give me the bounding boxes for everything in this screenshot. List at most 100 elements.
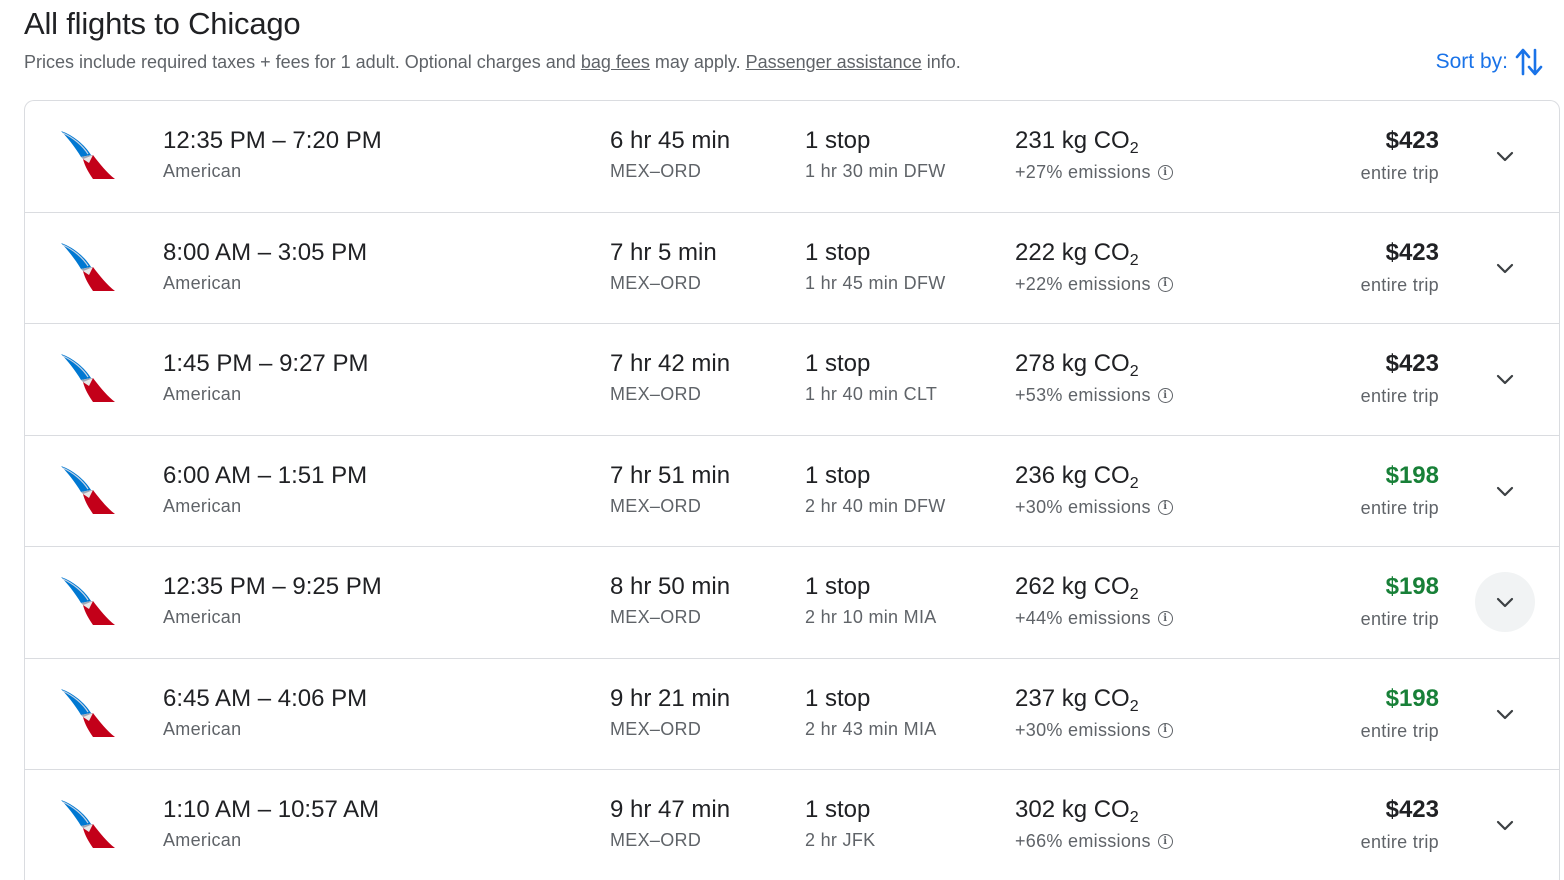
american-airlines-logo-icon <box>61 131 115 179</box>
chevron-down-icon <box>1496 709 1514 719</box>
co2-amount: 236 kg CO2 <box>1015 461 1139 492</box>
sort-label: Sort by: <box>1435 50 1508 73</box>
layover-info: 1 hr 45 min DFW <box>805 272 946 293</box>
trip-type: entire trip <box>1360 163 1439 183</box>
flight-times: 8:00 AM – 3:05 PM <box>163 238 368 266</box>
expand-button[interactable] <box>1475 238 1535 298</box>
emissions-comparison: +22% emissions i <box>1015 274 1173 295</box>
flight-duration: 7 hr 5 min <box>610 238 717 266</box>
flight-row[interactable]: 12:35 PM – 7:20 PM American 6 hr 45 min … <box>25 101 1559 213</box>
flight-price: $423 <box>1385 238 1439 266</box>
layover-info: 2 hr JFK <box>805 830 876 850</box>
co2-value: 278 kg CO <box>1015 350 1130 377</box>
flight-times: 1:45 PM – 9:27 PM <box>163 350 369 377</box>
expand-button[interactable] <box>1475 684 1535 744</box>
co2-subscript: 2 <box>1129 809 1139 826</box>
info-icon[interactable]: i <box>1157 722 1173 738</box>
flight-duration: 9 hr 21 min <box>610 684 731 712</box>
disclaimer-text: Prices include required taxes + fees for… <box>24 52 581 72</box>
co2-value: 231 kg CO <box>1015 127 1130 154</box>
info-icon[interactable]: i <box>1157 834 1173 849</box>
emissions-comparison: +53% emissions i <box>1015 385 1173 406</box>
expand-button[interactable] <box>1475 461 1535 521</box>
chevron-down-icon <box>1496 597 1514 608</box>
expand-button[interactable] <box>1475 349 1535 409</box>
info-icon[interactable]: i <box>1157 388 1173 403</box>
info-icon[interactable]: i <box>1157 165 1173 180</box>
co2-amount: 222 kg CO2 <box>1015 238 1139 269</box>
stop-count: 1 stop <box>805 684 871 712</box>
flight-row[interactable]: 8:00 AM – 3:05 PM American 7 hr 5 min ME… <box>25 213 1559 324</box>
emissions-comparison: +44% emissions i <box>1015 608 1173 629</box>
co2-value: 236 kg CO <box>1015 461 1130 489</box>
co2-amount: 262 kg CO2 <box>1015 573 1139 603</box>
stop-count: 1 stop <box>805 127 871 154</box>
co2-amount: 237 kg CO2 <box>1015 685 1139 715</box>
flight-route: MEX–ORD <box>610 607 702 627</box>
airline-name: American <box>163 718 242 739</box>
trip-type: entire trip <box>1360 609 1439 629</box>
layover-info: 2 hr 10 min MIA <box>805 607 937 627</box>
flight-row[interactable]: 12:35 PM – 9:25 PM American 8 hr 50 min … <box>25 547 1559 659</box>
trip-type: entire trip <box>1360 497 1439 518</box>
flight-row[interactable]: 1:45 PM – 9:27 PM American 7 hr 42 min M… <box>25 324 1559 436</box>
swap-vert-icon <box>1515 48 1543 76</box>
airline-name: American <box>163 495 242 516</box>
expand-button[interactable] <box>1475 795 1535 855</box>
flight-price: $198 <box>1385 461 1439 489</box>
price-disclaimer: Prices include required taxes + fees for… <box>24 52 961 73</box>
co2-subscript: 2 <box>1129 363 1139 380</box>
passenger-assistance-link[interactable]: Passenger assistance <box>746 52 922 72</box>
flight-price: $423 <box>1385 350 1439 377</box>
flight-route: MEX–ORD <box>610 495 702 516</box>
trip-type: entire trip <box>1360 832 1439 852</box>
trip-type: entire trip <box>1360 386 1439 406</box>
airline-name: American <box>163 272 242 293</box>
emissions-text: +66% emissions <box>1015 831 1151 851</box>
layover-info: 1 hr 40 min CLT <box>805 384 938 404</box>
american-airlines-logo-icon <box>61 688 115 737</box>
flight-row[interactable]: 6:00 AM – 1:51 PM American 7 hr 51 min M… <box>25 436 1559 547</box>
flight-route: MEX–ORD <box>610 384 702 404</box>
flight-times: 6:45 AM – 4:06 PM <box>163 684 368 712</box>
airline-name: American <box>163 384 242 404</box>
co2-amount: 302 kg CO2 <box>1015 796 1139 826</box>
trip-type: entire trip <box>1360 274 1439 295</box>
flight-row[interactable]: 1:10 AM – 10:57 AM American 9 hr 47 min … <box>25 770 1559 880</box>
sort-button[interactable]: Sort by: <box>1436 46 1544 78</box>
chevron-down-icon <box>1496 486 1514 496</box>
co2-subscript: 2 <box>1129 697 1139 715</box>
flight-results-list: 12:35 PM – 7:20 PM American 6 hr 45 min … <box>24 100 1560 880</box>
co2-value: 222 kg CO <box>1015 238 1130 266</box>
info-icon[interactable]: i <box>1157 276 1173 292</box>
flight-row[interactable]: 6:45 AM – 4:06 PM American 9 hr 21 min M… <box>25 659 1559 770</box>
emissions-text: +44% emissions <box>1015 608 1151 628</box>
co2-value: 262 kg CO <box>1015 573 1130 600</box>
american-airlines-logo-icon <box>61 800 115 848</box>
co2-amount: 278 kg CO2 <box>1015 350 1139 380</box>
co2-subscript: 2 <box>1129 586 1139 603</box>
expand-button[interactable] <box>1475 126 1535 186</box>
flight-route: MEX–ORD <box>610 718 702 739</box>
flight-price: $423 <box>1385 127 1439 154</box>
flight-times: 12:35 PM – 9:25 PM <box>163 573 382 600</box>
trip-type: entire trip <box>1360 720 1439 741</box>
airline-name: American <box>163 830 242 850</box>
flight-route: MEX–ORD <box>610 830 702 850</box>
page-title: All flights to Chicago <box>24 6 301 41</box>
stop-count: 1 stop <box>805 238 871 266</box>
co2-value: 302 kg CO <box>1015 796 1130 823</box>
stop-count: 1 stop <box>805 796 871 823</box>
info-icon[interactable]: i <box>1157 499 1173 515</box>
american-airlines-logo-icon <box>61 242 115 291</box>
expand-button[interactable] <box>1475 572 1535 632</box>
bag-fees-link[interactable]: bag fees <box>581 52 650 72</box>
emissions-comparison: +66% emissions i <box>1015 831 1173 852</box>
flight-duration: 7 hr 42 min <box>610 350 731 377</box>
flight-price: $423 <box>1385 796 1439 823</box>
chevron-down-icon <box>1496 374 1514 385</box>
emissions-comparison: +30% emissions i <box>1015 497 1173 518</box>
info-icon[interactable]: i <box>1157 611 1173 626</box>
layover-info: 2 hr 43 min MIA <box>805 718 937 739</box>
layover-info: 2 hr 40 min DFW <box>805 495 946 516</box>
